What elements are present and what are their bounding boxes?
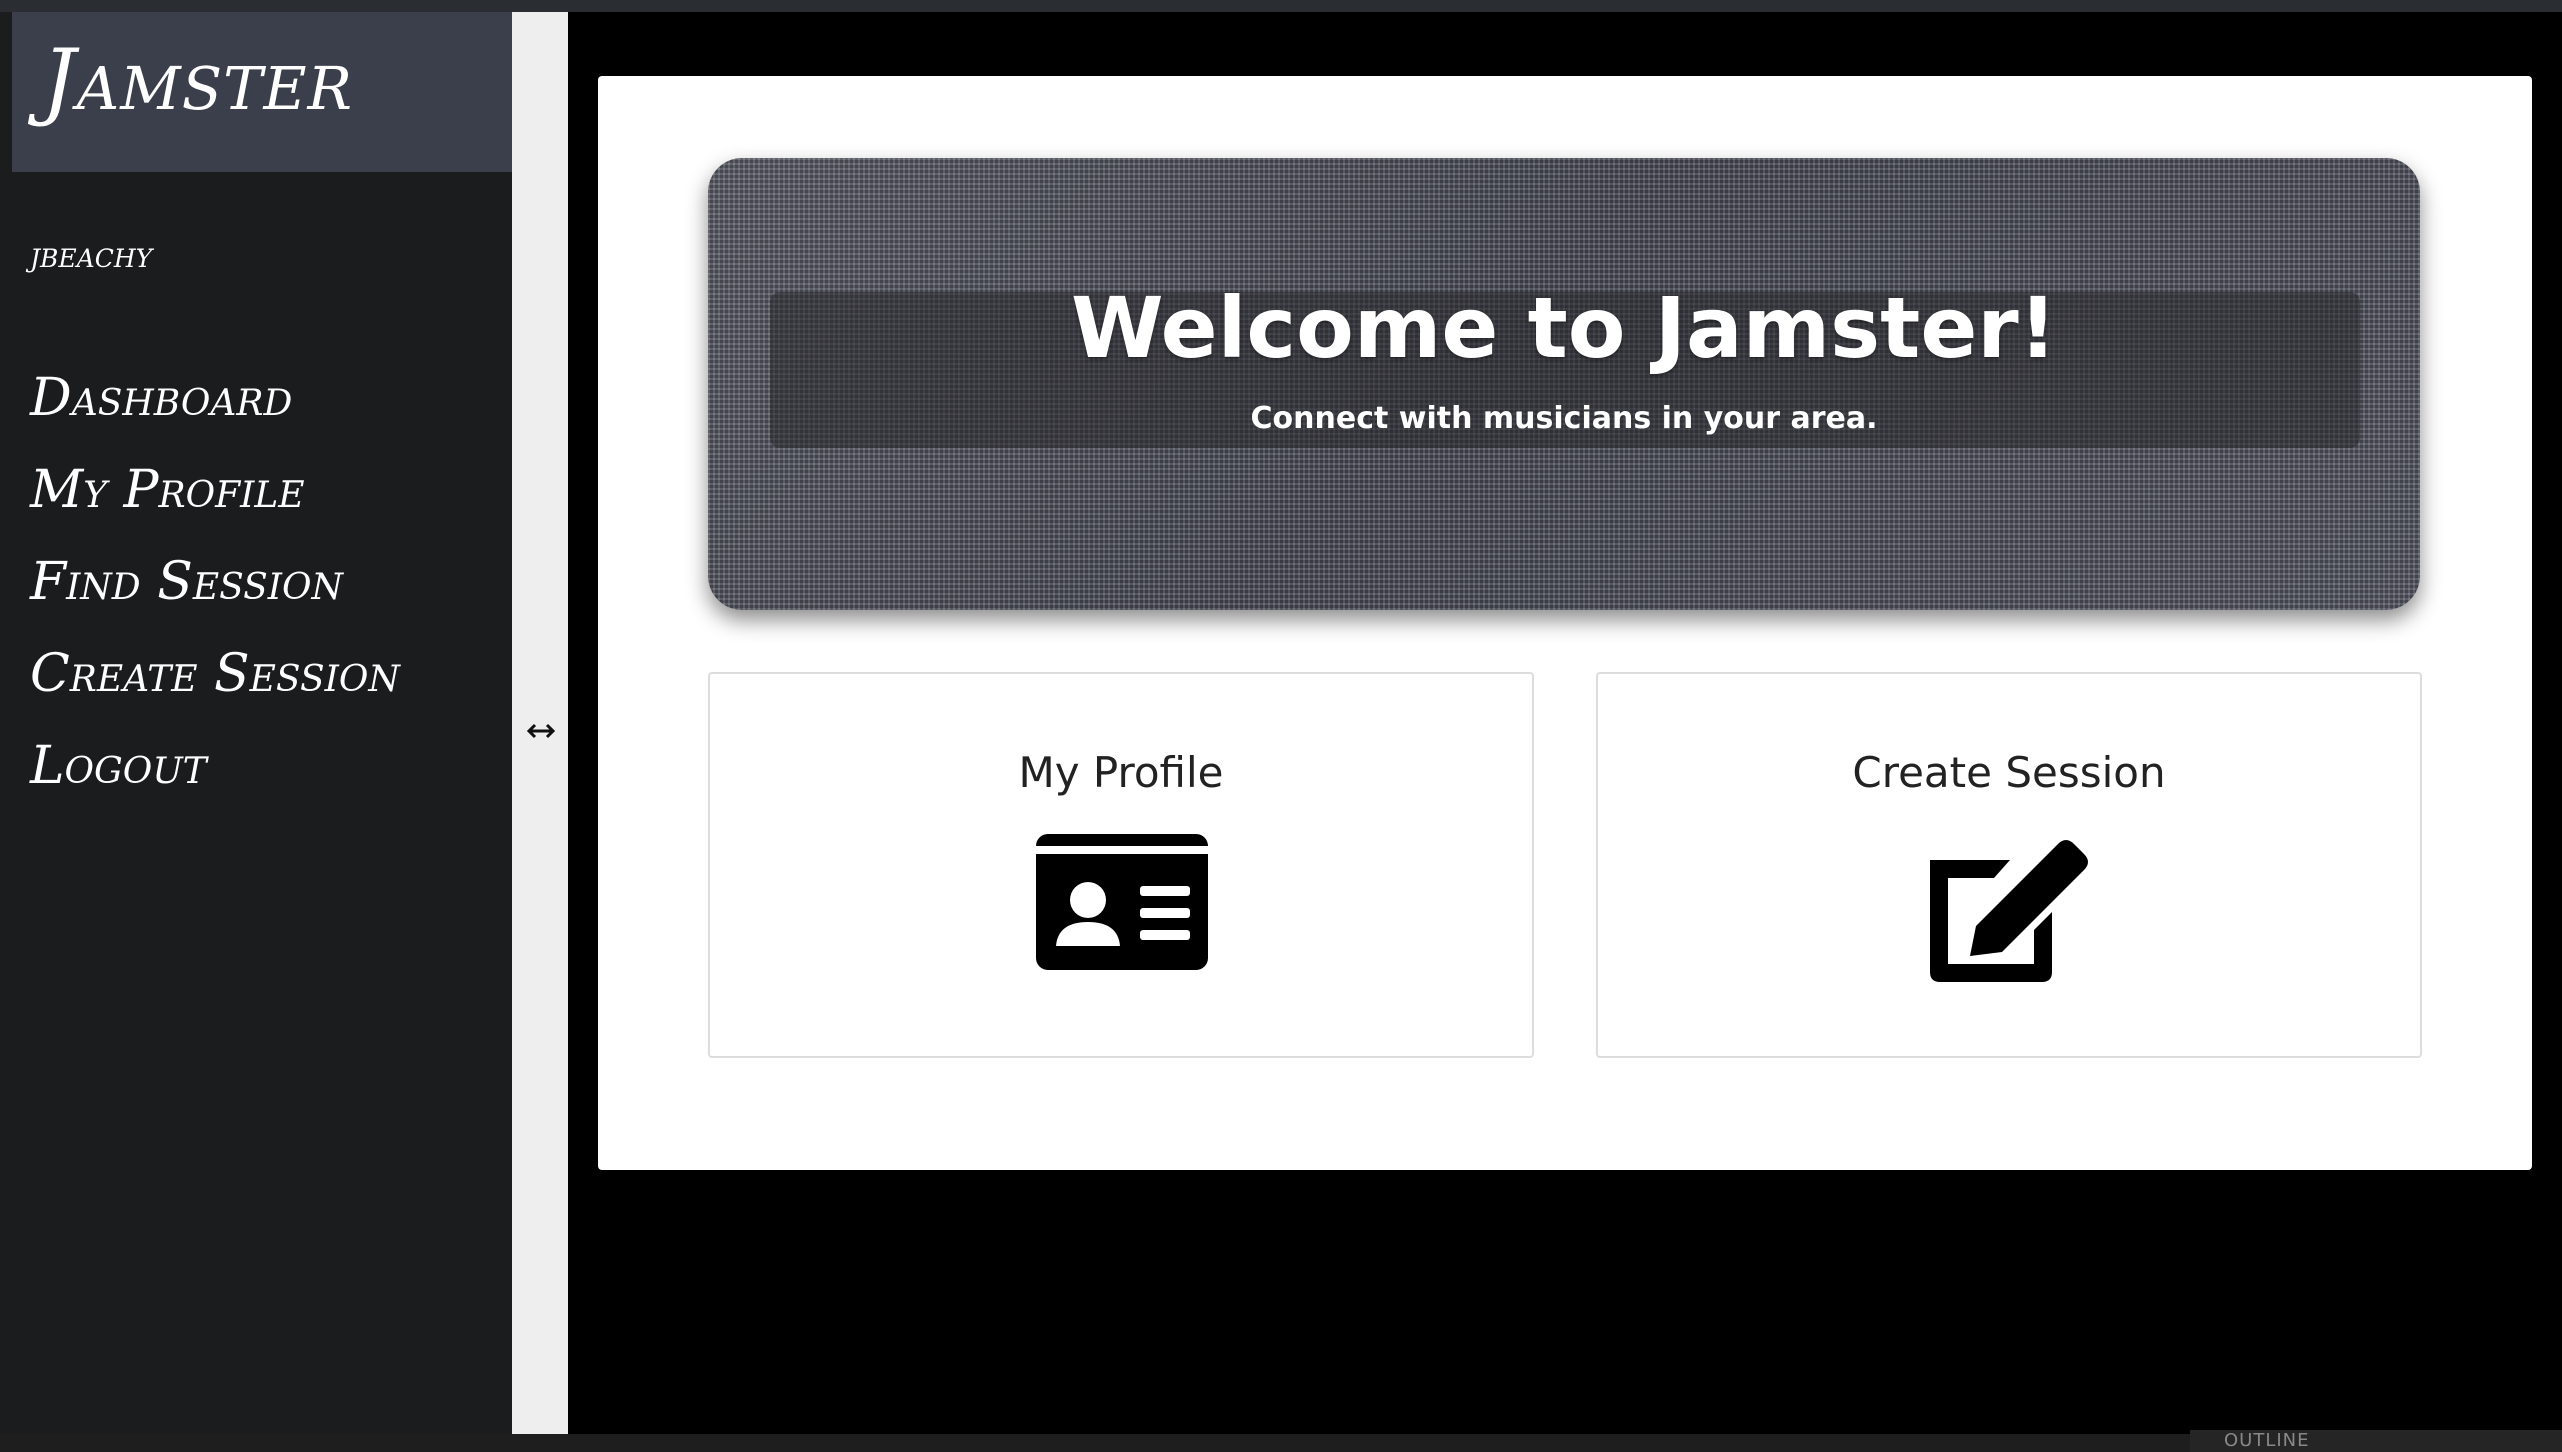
id-card-icon [1036, 834, 1208, 970]
sidebar-item-my-profile[interactable]: My Profile [30, 444, 400, 536]
sidebar-item-dashboard[interactable]: Dashboard [30, 352, 400, 444]
username-label: jbeachy [30, 235, 153, 276]
top-strip [0, 0, 2562, 12]
edit-icon [1930, 840, 2088, 982]
sidebar-nav: Dashboard My Profile Find Session Create… [30, 352, 400, 812]
welcome-banner: Welcome to Jamster! Connect with musicia… [708, 158, 2420, 610]
sidebar-item-logout[interactable]: Logout [30, 720, 400, 812]
create-session-card-title: Create Session [1852, 748, 2166, 797]
my-profile-card-title: My Profile [1018, 748, 1224, 797]
sidebar-item-find-session[interactable]: Find Session [30, 536, 400, 628]
create-session-card[interactable]: Create Session [1596, 672, 2422, 1058]
sidebar-item-create-session[interactable]: Create Session [30, 628, 400, 720]
resize-splitter[interactable] [512, 12, 568, 1434]
my-profile-card[interactable]: My Profile [708, 672, 1534, 1058]
dashboard-panel: Welcome to Jamster! Connect with musicia… [598, 76, 2532, 1170]
brand-header[interactable]: Jamster [12, 12, 512, 172]
welcome-title: Welcome to Jamster! [1070, 279, 2058, 377]
welcome-subtitle: Connect with musicians in your area. [1250, 401, 1878, 436]
status-bar [0, 1434, 2562, 1452]
sidebar: Jamster jbeachy Dashboard My Profile Fin… [0, 12, 512, 1434]
outline-panel-label[interactable]: OUTLINE [2190, 1430, 2562, 1452]
resize-horizontal-icon [526, 723, 556, 739]
brand-logo-text: Jamster [42, 31, 353, 129]
